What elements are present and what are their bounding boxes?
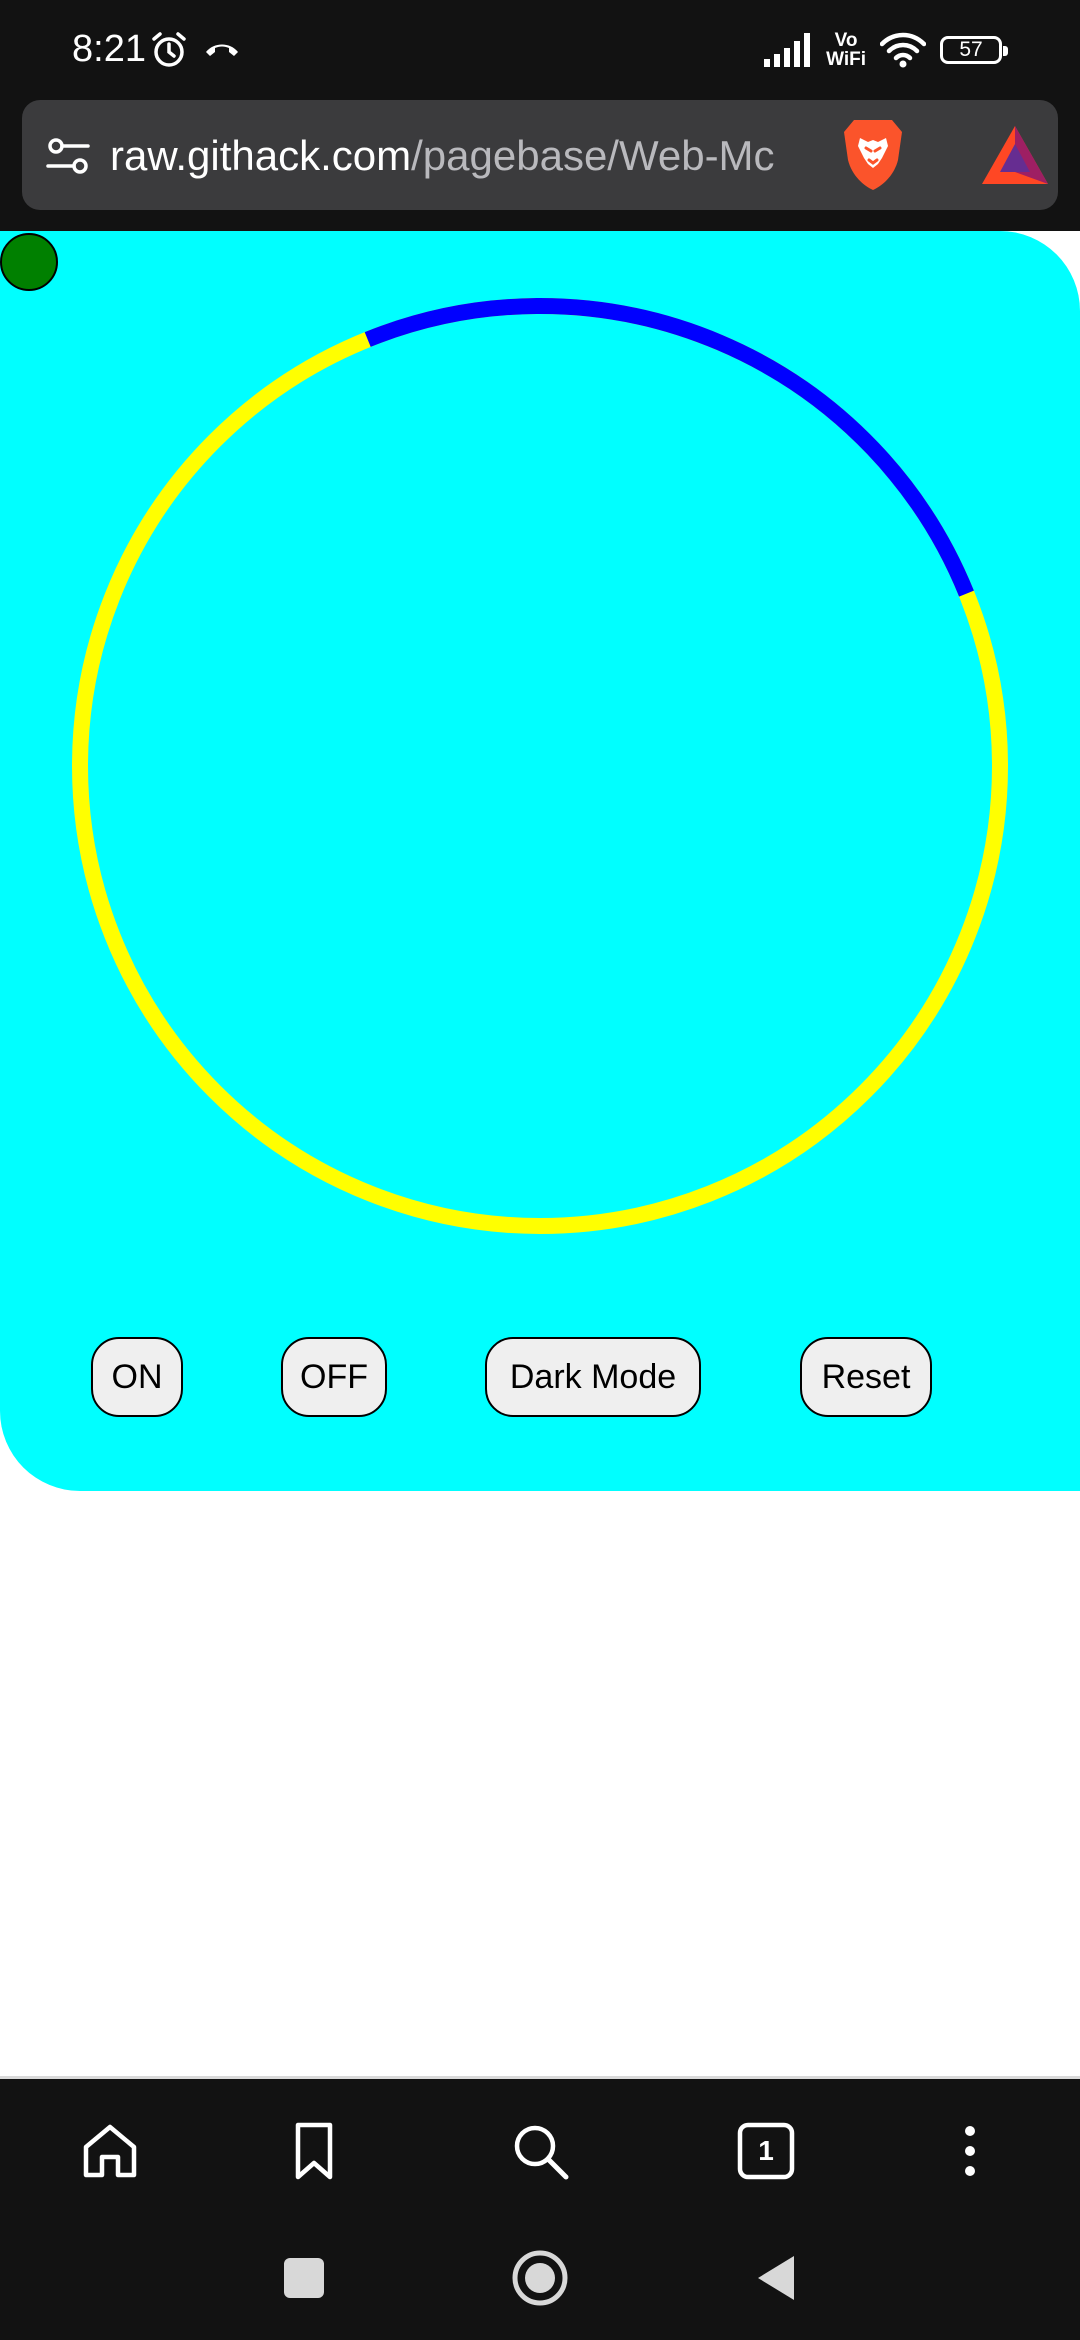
site-settings-icon[interactable] xyxy=(44,132,92,180)
status-left-icons xyxy=(150,28,242,72)
vowifi-indicator: Vo WiFi xyxy=(826,31,866,69)
cellular-signal-icon xyxy=(764,33,811,67)
wifi-icon xyxy=(880,32,926,68)
ring-progress-arc xyxy=(364,298,974,597)
off-button[interactable]: OFF xyxy=(281,1337,387,1417)
brave-rewards-icon[interactable] xyxy=(980,124,1050,186)
more-vertical-icon[interactable] xyxy=(938,2119,1002,2183)
missed-call-icon xyxy=(206,44,238,56)
recents-square-icon[interactable] xyxy=(272,2246,336,2310)
status-time: 8:21 xyxy=(72,28,146,70)
brave-shields-icon[interactable] xyxy=(840,118,906,192)
status-right-icons: Vo WiFi 57 xyxy=(764,26,1008,74)
tabs-button[interactable]: 1 xyxy=(734,2119,798,2183)
url-path: /pagebase/Web-Mc xyxy=(411,132,775,179)
alarm-clock-icon xyxy=(152,32,186,67)
home-icon[interactable] xyxy=(78,2119,142,2183)
url-text[interactable]: raw.githack.com/pagebase/Web-Mc xyxy=(110,128,834,184)
dark-mode-button[interactable]: Dark Mode xyxy=(485,1337,701,1417)
content-panel: ON OFF Dark Mode Reset xyxy=(0,231,1080,1491)
browser-toolbar: raw.githack.com/pagebase/Web-Mc xyxy=(0,100,1080,231)
battery-level: 57 xyxy=(959,38,983,61)
url-bar[interactable]: raw.githack.com/pagebase/Web-Mc xyxy=(22,100,1058,210)
bottom-navigation: 1 xyxy=(0,2076,1080,2340)
url-host: raw.githack.com xyxy=(110,132,412,179)
bookmark-icon[interactable] xyxy=(282,2119,346,2183)
home-circle-icon[interactable] xyxy=(508,2246,572,2310)
search-icon[interactable] xyxy=(508,2119,572,2183)
battery-indicator: 57 xyxy=(940,36,1008,64)
web-page: ON OFF Dark Mode Reset xyxy=(0,231,1080,2076)
vowifi-line1: Vo xyxy=(834,30,858,51)
back-triangle-icon[interactable] xyxy=(744,2246,808,2310)
tabs-count: 1 xyxy=(758,2135,774,2166)
progress-ring xyxy=(72,298,1008,1234)
vowifi-line2: WiFi xyxy=(826,49,866,70)
status-bar: 8:21 Vo WiFi 57 xyxy=(0,0,1080,100)
reset-button[interactable]: Reset xyxy=(800,1337,932,1417)
status-indicator-dot xyxy=(0,233,58,291)
on-button[interactable]: ON xyxy=(91,1337,183,1417)
